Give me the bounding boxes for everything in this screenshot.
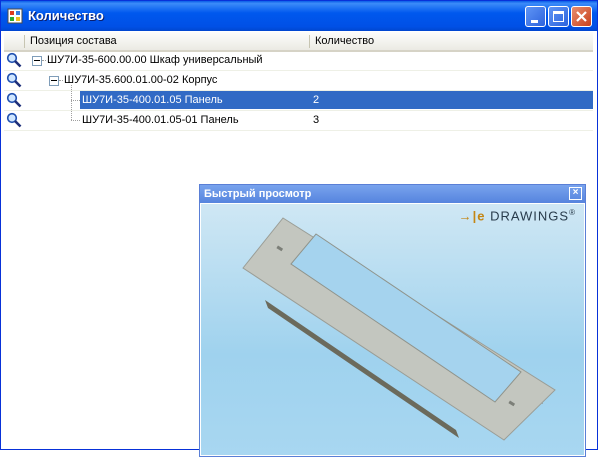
tree-line — [59, 80, 63, 82]
title-bar[interactable]: Количество — [1, 1, 597, 31]
tree-header: Позиция состава Количество — [4, 32, 593, 52]
app-icon — [7, 8, 23, 24]
maximize-button[interactable] — [548, 6, 569, 27]
collapse-toggle[interactable] — [49, 76, 59, 86]
close-button[interactable] — [571, 6, 592, 27]
maximize-icon — [553, 11, 564, 22]
minimize-button[interactable] — [525, 6, 546, 27]
main-window: Количество Позиция состава Количество ШУ… — [0, 0, 598, 457]
close-icon — [576, 11, 587, 22]
tree-item-label: ШУ7И-35-400.01.05 Панель — [82, 94, 223, 106]
tree-item-label: ШУ7И-35.600.01.00-02 Корпус — [64, 74, 218, 86]
collapse-toggle[interactable] — [32, 56, 42, 66]
header-separator — [24, 35, 25, 48]
magnifier-icon[interactable] — [6, 92, 22, 108]
magnifier-icon[interactable] — [6, 112, 22, 128]
tree-item-qty: 3 — [313, 114, 320, 126]
preview-viewport[interactable]: →|e DRAWINGS® — [201, 204, 584, 455]
tree-item-label: ШУ7И-35-600.00.00 Шкаф универсальный — [47, 54, 263, 66]
tree-row[interactable]: ШУ7И-35-400.01.05-01 Панель 3 — [4, 101, 593, 131]
quick-view-title: Быстрый просмотр — [204, 188, 312, 200]
tree-line — [71, 120, 80, 122]
panel-3d-model[interactable] — [201, 204, 584, 455]
tree-row[interactable]: ШУ7И-35.600.01.00-02 Корпус — [4, 71, 593, 91]
magnifier-icon[interactable] — [6, 52, 22, 68]
minimize-icon — [531, 20, 538, 23]
header-separator[interactable] — [309, 35, 310, 48]
window-title: Количество — [28, 8, 104, 23]
tree-line — [71, 85, 73, 100]
tree-row[interactable]: ШУ7И-35-600.00.00 Шкаф универсальный — [4, 51, 593, 71]
column-header-quantity[interactable]: Количество — [315, 35, 374, 47]
client-area: Позиция состава Количество ШУ7И-35-600.0… — [4, 31, 593, 457]
tree-line — [42, 60, 46, 62]
tree-item-qty: 2 — [313, 94, 320, 106]
tree-line — [71, 101, 73, 120]
quick-view-titlebar[interactable]: Быстрый просмотр × — [200, 185, 585, 203]
quick-view-close-icon[interactable]: × — [569, 187, 582, 200]
quick-view-panel: Быстрый просмотр × →|e DRAWINGS® — [199, 184, 586, 457]
column-header-position[interactable]: Позиция состава — [30, 35, 117, 47]
tree-item-label: ШУ7И-35-400.01.05-01 Панель — [82, 114, 239, 126]
tree-row-selected[interactable]: ШУ7И-35-400.01.05 Панель 2 — [4, 85, 593, 111]
magnifier-icon[interactable] — [6, 72, 22, 88]
